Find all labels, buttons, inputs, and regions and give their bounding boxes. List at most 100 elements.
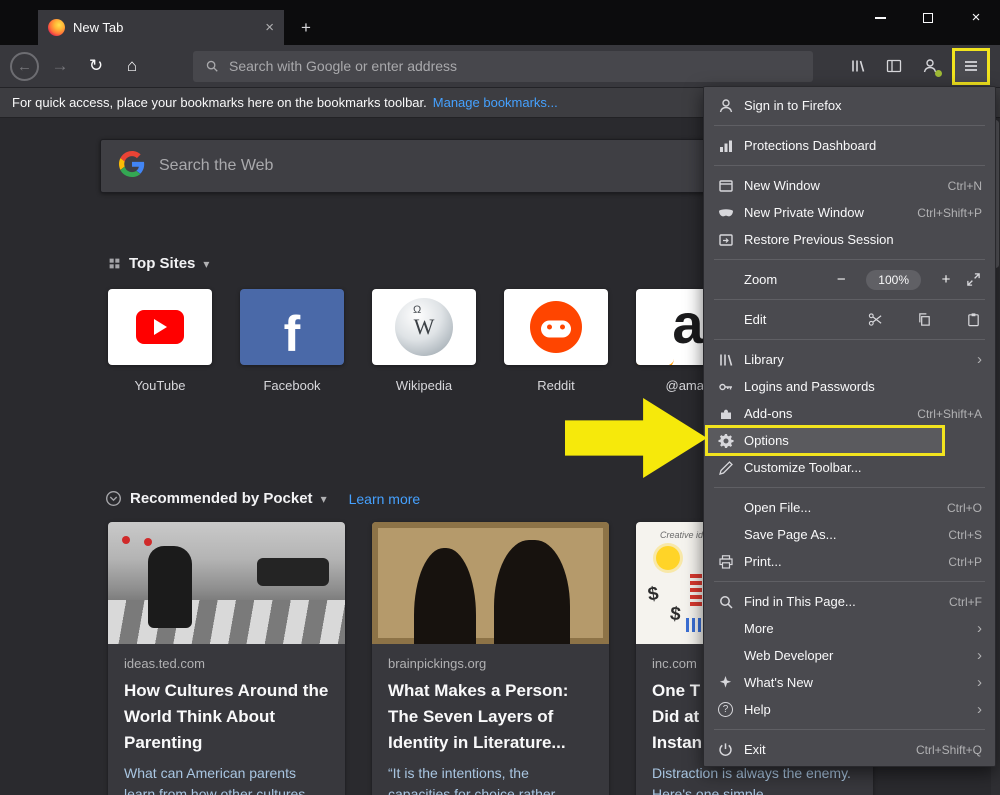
top-sites-row: YouTube f Facebook ΩW Wikipedia Reddit a… <box>108 289 768 393</box>
menu-item-new-window[interactable]: New Window Ctrl+N <box>704 172 995 199</box>
top-site-youtube[interactable]: YouTube <box>108 289 212 393</box>
menu-item-library[interactable]: Library › <box>704 346 995 373</box>
url-bar[interactable]: Search with Google or enter address <box>193 51 813 82</box>
menu-item-customize-toolbar[interactable]: Customize Toolbar... <box>704 454 995 481</box>
menu-item-label: Library <box>744 352 784 367</box>
new-tab-button[interactable]: + <box>295 18 317 38</box>
icon-spacer <box>717 312 734 328</box>
app-menu-panel: Sign in to Firefox Protections Dashboard… <box>703 86 996 767</box>
learn-more-link[interactable]: Learn more <box>349 491 421 507</box>
forward-button[interactable]: → <box>45 51 75 81</box>
fullscreen-icon[interactable] <box>965 272 982 288</box>
url-placeholder: Search with Google or enter address <box>229 58 457 74</box>
menu-item-logins-passwords[interactable]: Logins and Passwords <box>704 373 995 400</box>
menu-item-help[interactable]: ? Help › <box>704 696 995 723</box>
menu-button[interactable] <box>952 48 990 85</box>
menu-item-label: New Private Window <box>744 205 864 220</box>
back-button[interactable]: ← <box>10 52 39 81</box>
chevron-down-icon[interactable]: ▾ <box>203 257 209 271</box>
icon-spacer <box>717 500 734 516</box>
google-logo-icon <box>119 151 145 182</box>
firefox-logo-icon <box>48 19 65 36</box>
pocket-card-1[interactable]: ideas.ted.com How Cultures Around the Wo… <box>108 522 345 795</box>
top-sites-label: Top Sites <box>129 255 195 272</box>
paste-icon[interactable] <box>965 312 982 328</box>
tile-label: Facebook <box>240 378 344 393</box>
private-mask-icon <box>717 205 734 221</box>
menu-item-protections-dashboard[interactable]: Protections Dashboard <box>704 132 995 159</box>
notification-text: For quick access, place your bookmarks h… <box>12 95 427 110</box>
menu-shortcut: Ctrl+S <box>948 528 982 542</box>
menu-item-add-ons[interactable]: Add-ons Ctrl+Shift+A <box>704 400 995 427</box>
menu-item-label: Exit <box>744 742 766 757</box>
menu-item-new-private-window[interactable]: New Private Window Ctrl+Shift+P <box>704 199 995 226</box>
menu-item-sign-in[interactable]: Sign in to Firefox <box>704 92 995 119</box>
top-site-facebook[interactable]: f Facebook <box>240 289 344 393</box>
submenu-chevron-icon: › <box>977 702 982 717</box>
menu-item-web-developer[interactable]: Web Developer › <box>704 642 995 669</box>
menu-item-label: Sign in to Firefox <box>744 98 842 113</box>
menu-item-options[interactable]: Options <box>704 427 995 454</box>
gear-icon <box>717 433 734 449</box>
minimize-button[interactable] <box>856 0 904 35</box>
card-image <box>372 522 609 644</box>
menu-shortcut: Ctrl+N <box>948 179 982 193</box>
menu-item-open-file[interactable]: Open File... Ctrl+O <box>704 494 995 521</box>
browser-window: New Tab × + × ← → ↻ ⌂ Search with Google… <box>0 0 1000 795</box>
menu-item-find-in-page[interactable]: Find in This Page... Ctrl+F <box>704 588 995 615</box>
submenu-chevron-icon: › <box>977 648 982 663</box>
home-button[interactable]: ⌂ <box>117 51 147 81</box>
top-site-reddit[interactable]: Reddit <box>504 289 608 393</box>
submenu-chevron-icon: › <box>977 352 982 367</box>
tab-close-icon[interactable]: × <box>265 20 274 35</box>
menu-separator <box>714 259 985 260</box>
menu-item-whats-new[interactable]: What's New › <box>704 669 995 696</box>
wikipedia-globe-icon: ΩW <box>395 298 453 356</box>
close-window-button[interactable]: × <box>952 0 1000 35</box>
key-icon <box>717 379 734 395</box>
menu-shortcut: Ctrl+F <box>949 595 982 609</box>
minimize-icon <box>875 17 886 19</box>
zoom-level-button[interactable]: 100% <box>866 270 921 290</box>
library-button[interactable] <box>844 52 872 80</box>
reload-button[interactable]: ↻ <box>81 51 111 81</box>
user-icon <box>717 98 734 114</box>
menu-shortcut: Ctrl+P <box>948 555 982 569</box>
card-title: How Cultures Around the World Think Abou… <box>124 678 329 756</box>
account-button[interactable] <box>916 52 944 80</box>
card-image <box>108 522 345 644</box>
options-highlight-box <box>705 425 945 456</box>
submenu-chevron-icon: › <box>977 621 982 636</box>
tab-new-tab[interactable]: New Tab × <box>38 10 284 45</box>
menu-item-restore-session[interactable]: Restore Previous Session <box>704 226 995 253</box>
menu-item-label: Restore Previous Session <box>744 232 894 247</box>
account-badge <box>935 70 942 77</box>
manage-bookmarks-link[interactable]: Manage bookmarks... <box>433 95 558 110</box>
card-excerpt: What can American parents learn from how… <box>124 763 329 795</box>
menu-item-more[interactable]: More › <box>704 615 995 642</box>
top-site-wikipedia[interactable]: ΩW Wikipedia <box>372 289 476 393</box>
cut-icon[interactable] <box>867 312 884 328</box>
grid-icon <box>108 257 121 270</box>
sidebar-button[interactable] <box>880 52 908 80</box>
menu-item-label: Open File... <box>744 500 811 515</box>
copy-icon[interactable] <box>916 312 933 328</box>
zoom-in-button[interactable]: + <box>937 271 955 288</box>
pocket-card-2[interactable]: brainpickings.org What Makes a Person: T… <box>372 522 609 795</box>
menu-shortcut: Ctrl+Shift+A <box>917 407 982 421</box>
menu-item-edit: Edit <box>704 306 995 333</box>
reddit-logo-icon <box>530 301 582 353</box>
pencil-icon <box>717 460 734 476</box>
menu-item-exit[interactable]: Exit Ctrl+Shift+Q <box>704 736 995 763</box>
zoom-out-button[interactable]: − <box>832 271 850 288</box>
menu-item-print[interactable]: Print... Ctrl+P <box>704 548 995 575</box>
magnifier-icon <box>717 594 734 610</box>
menu-separator <box>714 487 985 488</box>
maximize-button[interactable] <box>904 0 952 35</box>
menu-item-label: New Window <box>744 178 820 193</box>
menu-item-save-page-as[interactable]: Save Page As... Ctrl+S <box>704 521 995 548</box>
chevron-down-icon[interactable]: ▾ <box>321 492 327 506</box>
menu-separator <box>714 125 985 126</box>
card-title: What Makes a Person: The Seven Layers of… <box>388 678 593 756</box>
title-bar: New Tab × + × <box>0 0 1000 45</box>
